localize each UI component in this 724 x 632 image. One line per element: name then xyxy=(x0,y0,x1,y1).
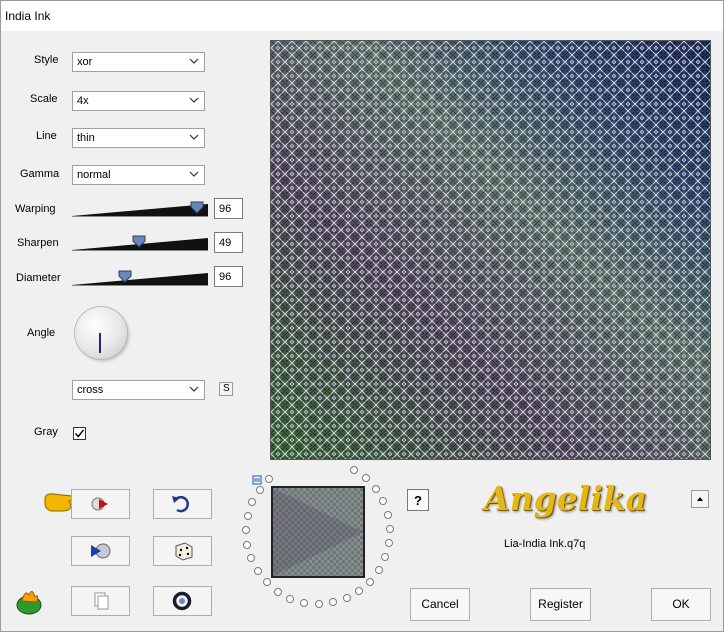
preset-slot[interactable] xyxy=(343,594,351,602)
help-label: ? xyxy=(414,493,422,508)
gray-label: Gray xyxy=(34,426,58,438)
s-button-label: S xyxy=(223,383,230,394)
preset-filename: Lia-India Ink.q7q xyxy=(504,538,586,550)
preset-slot[interactable] xyxy=(254,567,262,575)
play-icon xyxy=(91,497,108,511)
preset-slot[interactable] xyxy=(366,578,374,586)
diameter-value: 96 xyxy=(219,271,232,283)
ok-button[interactable]: OK xyxy=(651,588,711,621)
preset-slot[interactable] xyxy=(242,526,250,534)
ring-icon xyxy=(172,591,192,611)
style-select-value: xor xyxy=(77,56,93,68)
line-label: Line xyxy=(36,130,57,142)
undo-icon xyxy=(172,495,190,513)
preset-slot[interactable] xyxy=(256,486,264,494)
preset-slot[interactable] xyxy=(386,525,394,533)
preset-slot[interactable] xyxy=(362,474,370,482)
dice-icon xyxy=(175,542,193,561)
chevron-down-icon xyxy=(189,171,199,177)
ok-label: OK xyxy=(672,597,690,611)
warping-value: 96 xyxy=(219,203,232,215)
media-icon xyxy=(91,543,111,559)
angle-label: Angle xyxy=(27,327,56,339)
scroll-up-button[interactable] xyxy=(691,490,709,508)
preset-slot[interactable] xyxy=(372,485,380,493)
preset-slot[interactable] xyxy=(379,497,387,505)
preset-slot[interactable] xyxy=(381,553,389,561)
chevron-down-icon xyxy=(189,58,199,64)
chevron-down-icon xyxy=(189,386,199,392)
angle-mode-select[interactable]: cross xyxy=(72,380,205,400)
media-button[interactable] xyxy=(71,536,130,566)
chevron-down-icon xyxy=(189,97,199,103)
gray-checkbox[interactable] xyxy=(73,427,86,440)
checkmark-icon xyxy=(74,429,85,438)
preset-slot[interactable] xyxy=(329,598,337,606)
style-select[interactable]: xor xyxy=(72,52,205,72)
random-button[interactable] xyxy=(153,536,212,566)
preset-slot[interactable] xyxy=(315,600,323,608)
sharpen-input[interactable]: 49 xyxy=(214,232,243,253)
cancel-label: Cancel xyxy=(421,597,459,611)
preset-slot[interactable] xyxy=(286,595,294,603)
scale-select-value: 4x xyxy=(77,95,89,107)
copy-button[interactable] xyxy=(71,586,130,616)
warping-slider[interactable] xyxy=(72,201,208,217)
diameter-input[interactable]: 96 xyxy=(214,266,243,287)
triangle-up-icon xyxy=(697,497,703,501)
register-label: Register xyxy=(538,597,583,611)
preset-slot[interactable] xyxy=(263,578,271,586)
preset-slot[interactable] xyxy=(355,587,363,595)
chevron-down-icon xyxy=(189,134,199,140)
preset-slot[interactable] xyxy=(248,498,256,506)
flame-icon xyxy=(16,591,42,615)
preset-slot[interactable] xyxy=(384,511,392,519)
sharpen-value: 49 xyxy=(219,237,232,249)
preset-slot[interactable] xyxy=(350,466,358,474)
warping-label: Warping xyxy=(15,203,56,215)
logo: Angelika xyxy=(484,479,647,518)
register-button[interactable]: Register xyxy=(530,588,591,621)
diameter-slider[interactable] xyxy=(72,270,208,286)
style-label: Style xyxy=(34,54,59,66)
diameter-label: Diameter xyxy=(16,272,61,284)
gamma-select[interactable]: normal xyxy=(72,165,205,185)
angle-dial[interactable] xyxy=(75,307,127,359)
sharpen-label: Sharpen xyxy=(17,237,59,249)
preview-pattern xyxy=(271,41,710,459)
preset-slot[interactable] xyxy=(244,512,252,520)
preset-play-button[interactable] xyxy=(71,489,130,519)
undo-button[interactable] xyxy=(153,489,212,519)
warping-input[interactable]: 96 xyxy=(214,198,243,219)
preset-slot[interactable] xyxy=(247,554,255,562)
preset-slot[interactable] xyxy=(375,566,383,574)
window-title: India Ink xyxy=(5,9,51,23)
preset-slot[interactable] xyxy=(385,539,393,547)
india-ink-dialog: India Ink Style Scale Line Gamma Warping… xyxy=(0,0,724,632)
gamma-label: Gamma xyxy=(20,168,60,180)
scale-label: Scale xyxy=(30,93,58,105)
title-bar: India Ink xyxy=(1,1,723,31)
angle-mode-value: cross xyxy=(77,384,104,396)
preset-selector-icon[interactable] xyxy=(252,475,262,485)
preset-slot[interactable] xyxy=(243,541,251,549)
sharpen-slider[interactable] xyxy=(72,235,208,251)
preset-thumbnail[interactable] xyxy=(271,486,365,578)
copy-icon xyxy=(94,592,109,610)
line-select-value: thin xyxy=(77,132,95,144)
s-button[interactable]: S xyxy=(219,382,233,396)
preset-slot[interactable] xyxy=(300,599,308,607)
angle-needle xyxy=(99,333,101,353)
preset-slot[interactable] xyxy=(265,475,273,483)
reset-button[interactable] xyxy=(153,586,212,616)
thumbnail-pattern xyxy=(273,488,363,576)
scale-select[interactable]: 4x xyxy=(72,91,205,111)
line-select[interactable]: thin xyxy=(72,128,205,148)
preset-slot[interactable] xyxy=(274,588,282,596)
gamma-select-value: normal xyxy=(77,169,111,181)
preview-image[interactable] xyxy=(270,40,711,460)
help-button[interactable]: ? xyxy=(407,489,429,511)
cancel-button[interactable]: Cancel xyxy=(410,588,470,621)
